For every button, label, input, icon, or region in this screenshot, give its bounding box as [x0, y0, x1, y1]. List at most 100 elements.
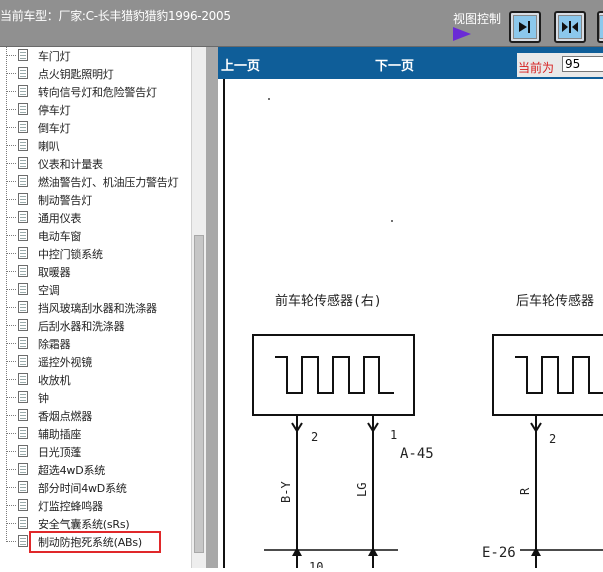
tree-connector [6, 91, 16, 92]
document-icon [18, 121, 28, 133]
tree-item-label: 后刮水器和洗涤器 [38, 320, 125, 333]
tree-item-label: 钟 [38, 392, 49, 405]
document-icon [18, 481, 28, 493]
tree-connector [6, 397, 16, 398]
tree-item[interactable]: 超选4wD系统 [0, 461, 191, 479]
document-icon [18, 139, 28, 151]
tree-item[interactable]: 钟 [0, 389, 191, 407]
tree-item-label: 中控门锁系统 [38, 248, 103, 261]
wire-color-r: R [518, 487, 532, 495]
next-view-button[interactable] [509, 11, 541, 43]
top-toolbar: 当前车型：厂家:C-长丰猎豹猎豹1996-2005 视图控制 [0, 0, 603, 47]
tree-item-label: 香烟点燃器 [38, 410, 92, 423]
document-icon [18, 85, 28, 97]
tree-item[interactable]: 仪表和计量表 [0, 155, 191, 173]
document-icon [18, 445, 28, 457]
tree-item-label: 除霜器 [38, 338, 71, 351]
tree-item-label: 日光顶蓬 [38, 446, 82, 459]
tree-connector-line [6, 47, 7, 542]
play-arrow-icon [453, 27, 471, 41]
front-sensor-title: 前车轮传感器(右) [275, 293, 382, 309]
tree-item-label: 取暖器 [38, 266, 71, 279]
tree-item-label: 辅助插座 [38, 428, 82, 441]
rear-sensor-wires [520, 415, 603, 568]
document-icon [18, 391, 28, 403]
tree-connector [6, 217, 16, 218]
tree-item[interactable]: 转向信号灯和危险警告灯 [0, 83, 191, 101]
tree-item[interactable]: 后刮水器和洗涤器 [0, 317, 191, 335]
next-page-link[interactable]: 下一页 [375, 55, 414, 74]
tree-connector [6, 469, 16, 470]
connector-label-a45: A-45 [400, 446, 434, 462]
document-icon [18, 211, 28, 223]
pin-label-2: 2 [311, 430, 318, 444]
tree-item-label: 灯监控蜂鸣器 [38, 500, 103, 513]
arrow-right-bar-icon [513, 15, 537, 39]
connector-label-e26: E-26 [482, 545, 516, 561]
tree-item[interactable]: 电动车窗 [0, 227, 191, 245]
tree-connector [6, 451, 16, 452]
current-page-box: 当前为 [517, 53, 603, 77]
tree-item-label: 制动警告灯 [38, 194, 92, 207]
tree-connector [6, 235, 16, 236]
tree-item[interactable]: 香烟点燃器 [0, 407, 191, 425]
tree-connector [6, 199, 16, 200]
fit-view-button[interactable] [554, 11, 586, 43]
tree-item[interactable]: 停车灯 [0, 101, 191, 119]
tree-connector [6, 307, 16, 308]
arrow-left-bar-icon [599, 15, 603, 39]
tree-item[interactable]: 喇叭 [0, 137, 191, 155]
tree-item[interactable]: 取暖器 [0, 263, 191, 281]
panel-splitter[interactable] [206, 47, 218, 568]
rear-sensor-title: 后车轮传感器 [516, 293, 594, 309]
tree-connector [6, 415, 16, 416]
tree-item[interactable]: 燃油警告灯、机油压力警告灯 [0, 173, 191, 191]
tree-item[interactable]: 空调 [0, 281, 191, 299]
selected-item-highlight [29, 531, 161, 553]
prev-view-button[interactable] [597, 11, 603, 43]
document-icon [18, 229, 28, 241]
current-model-title: 当前车型：厂家:C-长丰猎豹猎豹1996-2005 [0, 9, 231, 23]
tree-item[interactable]: 车门灯 [0, 47, 191, 65]
tree-item[interactable]: 收放机 [0, 371, 191, 389]
document-icon [18, 337, 28, 349]
tree-item[interactable]: 挡风玻璃刮水器和洗涤器 [0, 299, 191, 317]
wire-color-by: B-Y [279, 481, 293, 503]
tree-item[interactable]: 通用仪表 [0, 209, 191, 227]
tree-item-label: 倒车灯 [38, 122, 71, 135]
tree-item-label: 空调 [38, 284, 60, 297]
tree-item[interactable]: 倒车灯 [0, 119, 191, 137]
document-icon [18, 355, 28, 367]
tree-item[interactable]: 灯监控蜂鸣器 [0, 497, 191, 515]
document-icon [18, 427, 28, 439]
tree-item-label: 喇叭 [38, 140, 60, 153]
current-page-input[interactable] [562, 56, 603, 72]
scrollbar-thumb[interactable] [194, 235, 204, 553]
tree-item-label: 收放机 [38, 374, 71, 387]
tree-connector [6, 379, 16, 380]
tree-item[interactable]: 遥控外视镜 [0, 353, 191, 371]
prev-page-link[interactable]: 上一页 [221, 55, 260, 74]
document-icon [18, 67, 28, 79]
tree-item[interactable]: 除霜器 [0, 335, 191, 353]
document-icon [18, 103, 28, 115]
tree-item[interactable]: 辅助插座 [0, 425, 191, 443]
tree-scrollbar[interactable] [191, 47, 206, 568]
tree-item-label: 通用仪表 [38, 212, 82, 225]
document-icon [18, 283, 28, 295]
tree-connector [6, 505, 16, 506]
tree-item[interactable]: 日光顶蓬 [0, 443, 191, 461]
document-icon [18, 535, 28, 547]
tree-item[interactable]: 部分时间4wD系统 [0, 479, 191, 497]
pin-label-1: 1 [390, 428, 397, 442]
tree-connector [6, 55, 16, 56]
tree-item[interactable]: 点火钥匙照明灯 [0, 65, 191, 83]
tree-item[interactable]: 制动警告灯 [0, 191, 191, 209]
document-icon [18, 193, 28, 205]
tree-item[interactable]: 中控门锁系统 [0, 245, 191, 263]
category-tree: 车门灯 点火钥匙照明灯 转向信号灯和危险警告灯 停车灯倒车灯喇叭仪表和计量表燃油警告灯… [0, 47, 191, 568]
tree-connector [6, 145, 16, 146]
tree-item-label: 部分时间4wD系统 [38, 482, 127, 495]
wiring-diagram: 前车轮传感器(右) 后车轮传感器 2 1 2 A-45 E-26 10 B-Y … [218, 79, 603, 572]
tree-item-label: 燃油警告灯、机油压力警告灯 [38, 176, 179, 189]
